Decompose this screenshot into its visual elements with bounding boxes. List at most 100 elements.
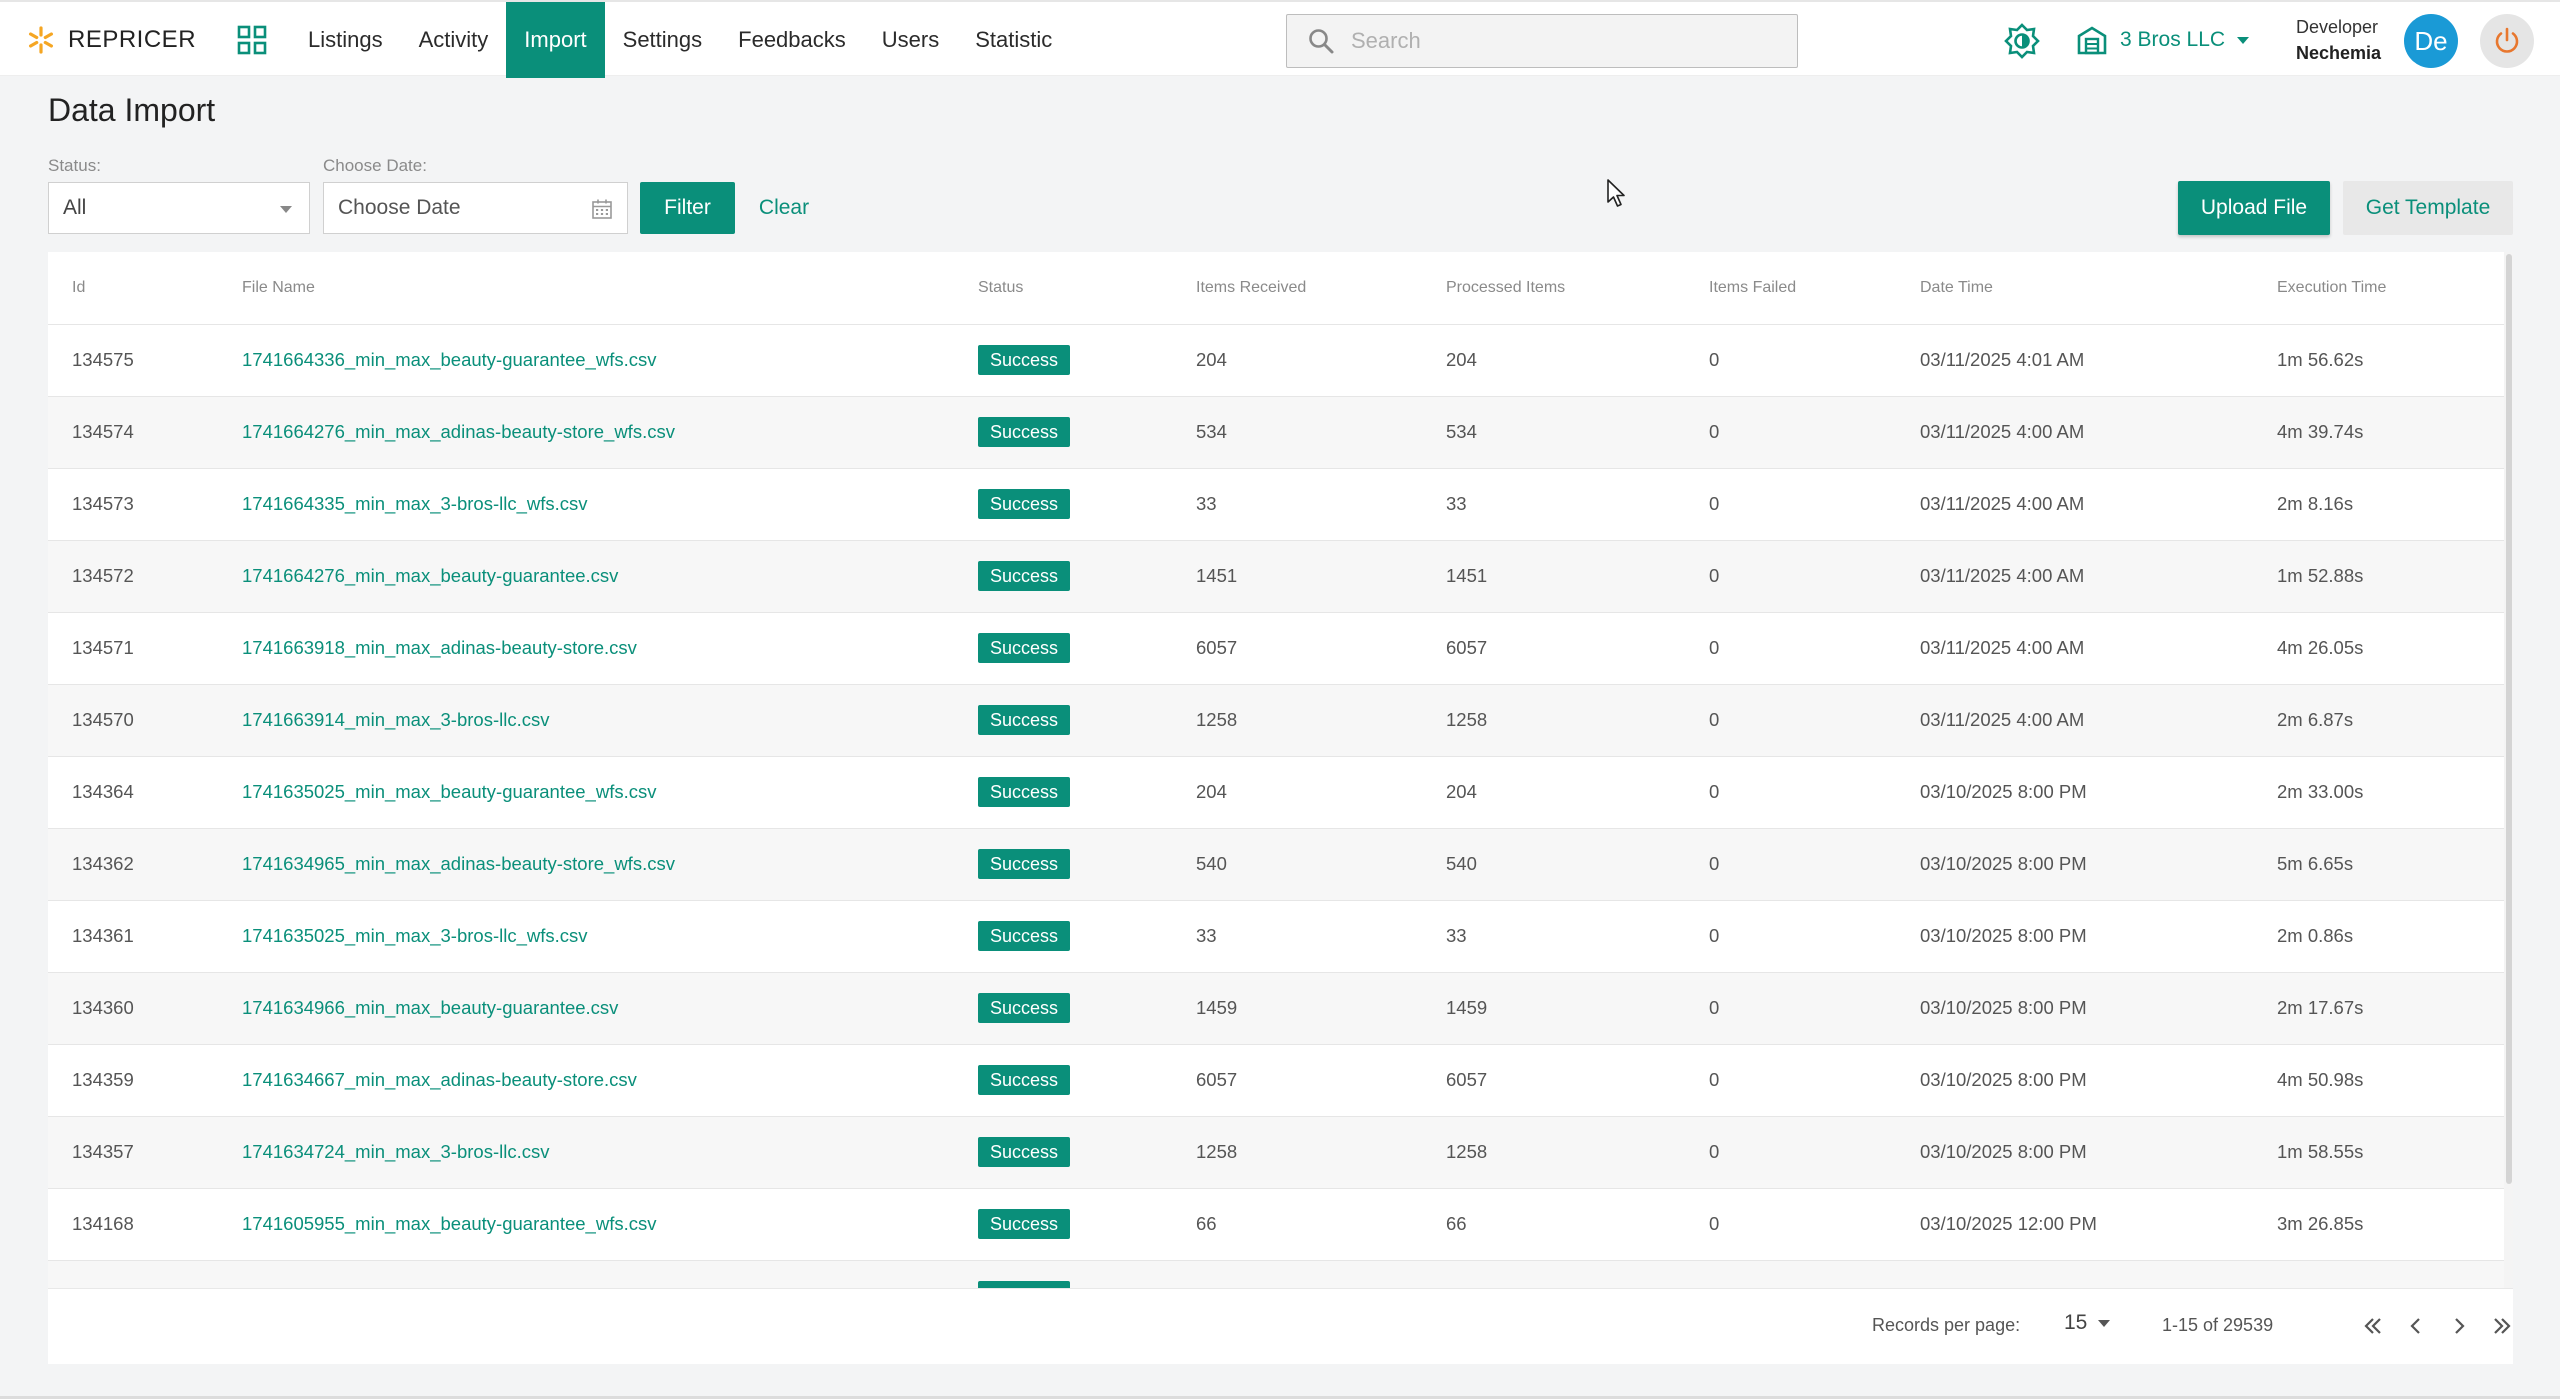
company-selector[interactable]: 3 Bros LLC	[2076, 2, 2251, 78]
get-template-button[interactable]: Get Template	[2343, 181, 2513, 235]
filter-button[interactable]: Filter	[640, 182, 735, 234]
cell-id: 134361	[48, 900, 242, 973]
cell-execution-time: 5m 6.65s	[2277, 828, 2504, 901]
cell-file-name[interactable]: 1741663918_min_max_adinas-beauty-store.c…	[242, 612, 978, 685]
col-header-items-received[interactable]: Items Received	[1196, 252, 1446, 325]
status-select[interactable]: All	[48, 182, 310, 234]
import-table: Id File Name Status Items Received Proce…	[48, 252, 2504, 1288]
first-page-button[interactable]	[2358, 1311, 2388, 1341]
table-row[interactable]: 134357 1741634724_min_max_3-bros-llc.csv S…	[48, 1116, 2504, 1189]
brightness-icon[interactable]	[2004, 23, 2040, 59]
file-name-link[interactable]: 1741664335_min_max_3-bros-llc_wfs.csv	[242, 493, 588, 514]
col-header-date-time[interactable]: Date Time	[1920, 252, 2277, 325]
cell-processed-items: 1451	[1446, 540, 1709, 613]
file-name-link[interactable]: 1741664276_min_max_adinas-beauty-store_w…	[242, 421, 675, 442]
nav-statistic[interactable]: Statistic	[957, 2, 1070, 78]
cell-status: Success	[978, 540, 1196, 613]
file-name-link[interactable]: 1741634966_min_max_beauty-guarantee.csv	[242, 997, 618, 1018]
main-nav: Listings Activity Import Settings Feedba…	[290, 2, 1070, 78]
cell-file-name[interactable]: 1741634966_min_max_beauty-guarantee.csv	[242, 972, 978, 1045]
col-header-execution-time[interactable]: Execution Time	[2277, 252, 2504, 325]
cell-file-name[interactable]: 1741663914_min_max_3-bros-llc.csv	[242, 684, 978, 757]
table-row[interactable]: 134573 1741664335_min_max_3-bros-llc_wfs.…	[48, 468, 2504, 541]
cell-file-name[interactable]: 1741664336_min_max_beauty-guarantee_wfs.…	[242, 324, 978, 397]
col-header-items-failed[interactable]: Items Failed	[1709, 252, 1920, 325]
nav-feedbacks[interactable]: Feedbacks	[720, 2, 864, 78]
pagination: Records per page: 15 1-15 of 29539	[48, 1288, 2513, 1364]
file-name-link[interactable]: 1741634724_min_max_3-bros-llc.csv	[242, 1141, 549, 1162]
table-row[interactable]: 134574 1741664276_min_max_adinas-beauty-s…	[48, 396, 2504, 469]
table-row[interactable]: 134362 1741634965_min_max_adinas-beauty-s…	[48, 828, 2504, 901]
cell-status: Success	[978, 972, 1196, 1045]
table-scrollbar-thumb[interactable]	[2506, 254, 2512, 1184]
page-range: 1-15 of 29539	[2162, 1315, 2274, 1335]
cell-file-name[interactable]: 1741634667_min_max_adinas-beauty-store.c…	[242, 1044, 978, 1117]
nav-import[interactable]: Import	[506, 2, 605, 78]
file-name-link[interactable]: 1741663918_min_max_adinas-beauty-store.c…	[242, 637, 637, 658]
upload-file-button[interactable]: Upload File	[2178, 181, 2330, 235]
col-header-id[interactable]: Id	[48, 252, 242, 325]
file-name-link[interactable]: 1741663914_min_max_3-bros-llc.csv	[242, 709, 549, 730]
cell-execution-time: 2m 6.87s	[2277, 684, 2504, 757]
cell-items-received: 204	[1196, 756, 1446, 829]
cell-file-name[interactable]: 1741634965_min_max_adinas-beauty-store_w…	[242, 828, 978, 901]
chevron-left-icon	[2410, 1318, 2420, 1334]
table-row[interactable]: 134361 1741635025_min_max_3-bros-llc_wfs.…	[48, 900, 2504, 973]
apps-grid-icon[interactable]	[236, 24, 268, 56]
cell-items-received: 534	[1196, 396, 1446, 469]
file-name-link[interactable]: 1741635025_min_max_beauty-guarantee_wfs.…	[242, 781, 656, 802]
avatar[interactable]: De	[2404, 14, 2458, 68]
cell-processed-items: 6057	[1446, 612, 1709, 685]
file-name-link[interactable]: 1741635025_min_max_3-bros-llc_wfs.csv	[242, 925, 588, 946]
table-row[interactable]: 134575 1741664336_min_max_beauty-guarante…	[48, 324, 2504, 397]
col-header-file-name[interactable]: File Name	[242, 252, 978, 325]
cell-execution-time: 4m 50.98s	[2277, 1044, 2504, 1117]
nav-settings[interactable]: Settings	[605, 2, 721, 78]
caret-down-icon	[2098, 1320, 2111, 1327]
cell-file-name[interactable]: 1741664276_min_max_adinas-beauty-store_w…	[242, 396, 978, 469]
clear-button[interactable]: Clear	[752, 182, 816, 234]
file-name-link[interactable]: 1741634667_min_max_adinas-beauty-store.c…	[242, 1069, 637, 1090]
file-name-link[interactable]: 1741634965_min_max_adinas-beauty-store_w…	[242, 853, 675, 874]
file-name-link[interactable]: 1741664336_min_max_beauty-guarantee_wfs.…	[242, 349, 656, 370]
col-header-status[interactable]: Status	[978, 252, 1196, 325]
cell-date-time: 03/11/2025 4:01 AM	[1920, 324, 2277, 397]
table-row[interactable]: 134360 1741634966_min_max_beauty-guarante…	[48, 972, 2504, 1045]
calendar-icon[interactable]	[591, 198, 613, 220]
cell-items-received: 204	[1196, 324, 1446, 397]
search-input[interactable]	[1351, 28, 1771, 54]
table-row[interactable]: 134359 1741634667_min_max_adinas-beauty-s…	[48, 1044, 2504, 1117]
cell-items-failed: 0	[1709, 540, 1920, 613]
col-header-processed-items[interactable]: Processed Items	[1446, 252, 1709, 325]
cell-file-name[interactable]: 1741664276_min_max_beauty-guarantee.csv	[242, 540, 978, 613]
cell-file-name[interactable]: 1741635025_min_max_3-bros-llc_wfs.csv	[242, 900, 978, 973]
nav-users[interactable]: Users	[864, 2, 957, 78]
nav-listings[interactable]: Listings	[290, 2, 401, 78]
brand[interactable]: REPRICER	[26, 2, 196, 78]
table-row[interactable]: 134572 1741664276_min_max_beauty-guarante…	[48, 540, 2504, 613]
file-name-link[interactable]: 1741664276_min_max_beauty-guarantee.csv	[242, 565, 618, 586]
cell-file-name[interactable]	[242, 1260, 978, 1288]
cell-file-name[interactable]: 1741605955_min_max_beauty-guarantee_wfs.…	[242, 1188, 978, 1261]
table-row[interactable]: 134570 1741663914_min_max_3-bros-llc.csv S…	[48, 684, 2504, 757]
cell-file-name[interactable]: 1741635025_min_max_beauty-guarantee_wfs.…	[242, 756, 978, 829]
next-page-button[interactable]	[2444, 1311, 2474, 1341]
file-name-link[interactable]: 1741605955_min_max_beauty-guarantee_wfs.…	[242, 1213, 656, 1234]
last-page-button[interactable]	[2487, 1311, 2517, 1341]
date-input[interactable]	[338, 196, 578, 220]
table-row[interactable]: 134364 1741635025_min_max_beauty-guarante…	[48, 756, 2504, 829]
cell-file-name[interactable]: 1741664335_min_max_3-bros-llc_wfs.csv	[242, 468, 978, 541]
table-scroll-area[interactable]: Id File Name Status Items Received Proce…	[48, 252, 2504, 1288]
cell-items-failed: 0	[1709, 468, 1920, 541]
table-row[interactable]: 134571 1741663918_min_max_adinas-beauty-s…	[48, 612, 2504, 685]
cell-file-name[interactable]: 1741634724_min_max_3-bros-llc.csv	[242, 1116, 978, 1189]
prev-page-button[interactable]	[2401, 1311, 2431, 1341]
table-body: 134575 1741664336_min_max_beauty-guarante…	[48, 324, 2504, 1288]
table-row[interactable]: 134168 1741605955_min_max_beauty-guarante…	[48, 1188, 2504, 1261]
date-label: Choose Date:	[323, 156, 427, 175]
records-per-page-select[interactable]: 15	[2064, 1311, 2111, 1335]
logout-button[interactable]	[2480, 14, 2534, 68]
table-row[interactable]: Success	[48, 1260, 2504, 1288]
mouse-cursor-icon	[1607, 179, 1625, 207]
nav-activity[interactable]: Activity	[401, 2, 507, 78]
